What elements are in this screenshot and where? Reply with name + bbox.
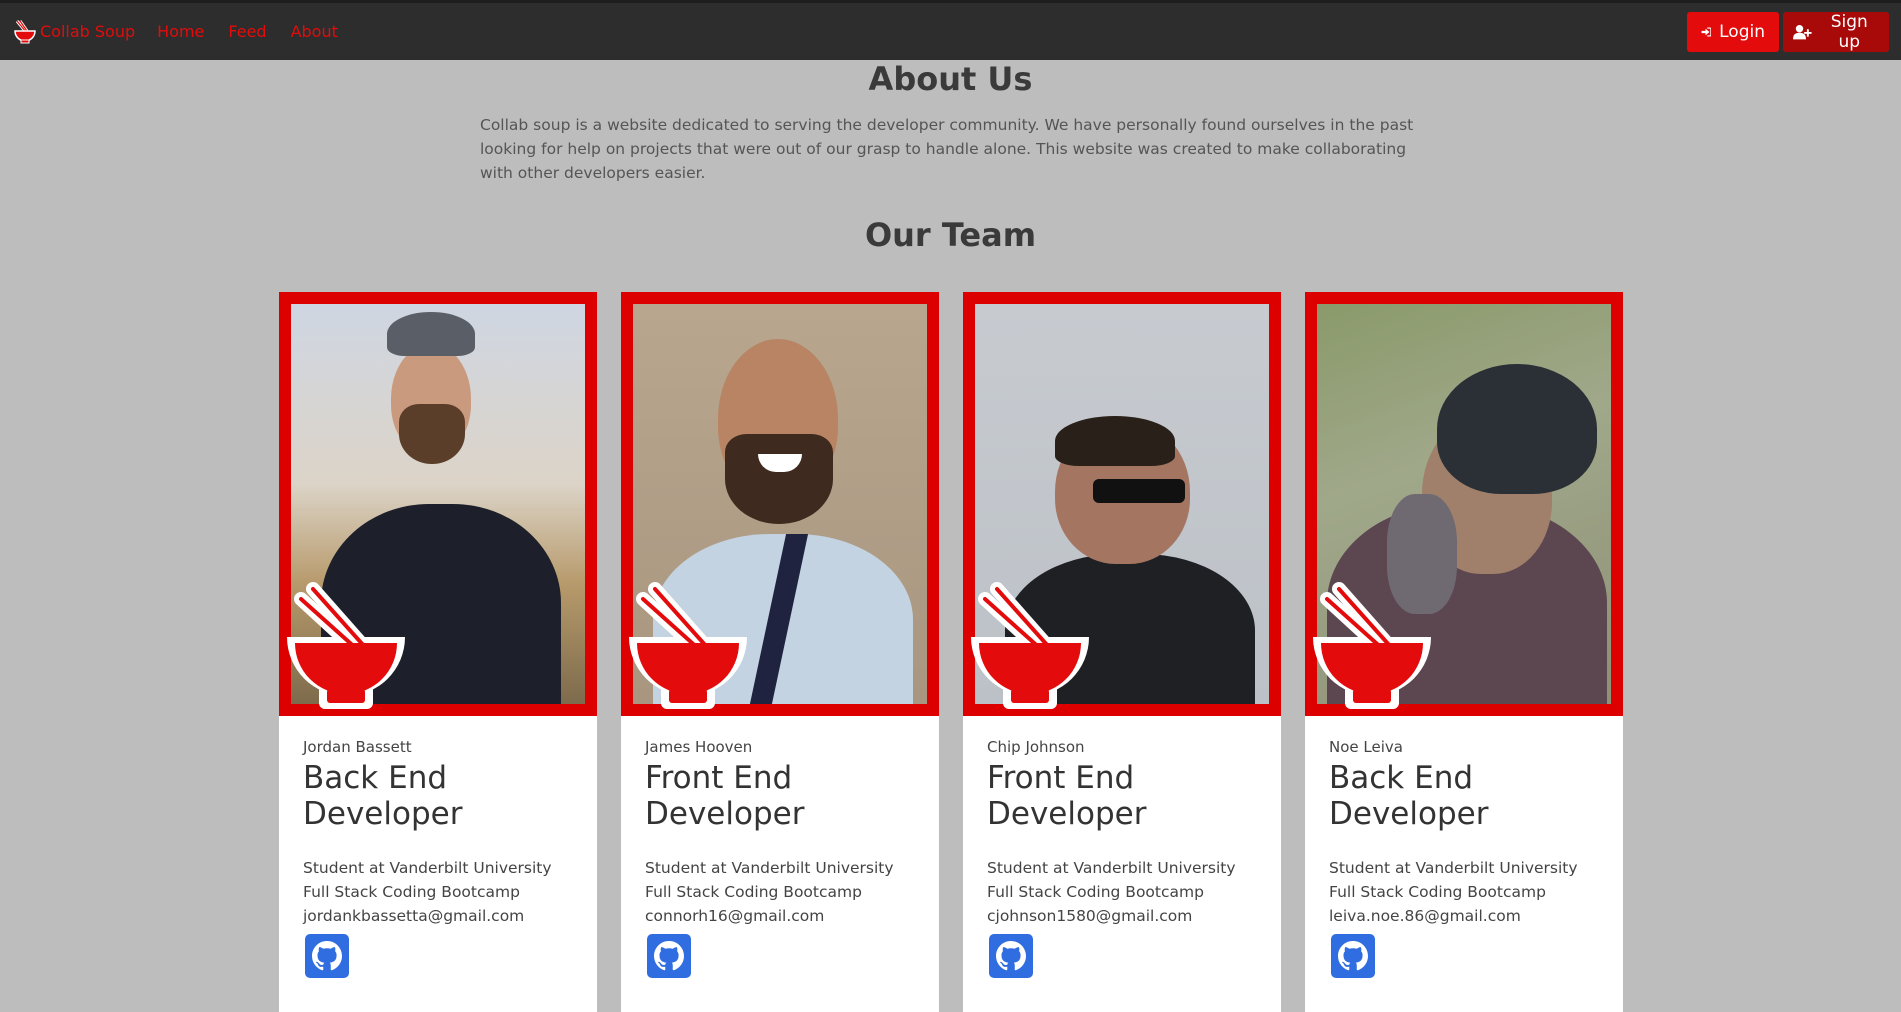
navbar: Collab Soup Home Feed About Login Sign u… xyxy=(0,0,1901,60)
github-icon xyxy=(1338,941,1368,971)
login-label: Login xyxy=(1719,22,1765,42)
signup-label: Sign up xyxy=(1830,12,1868,52)
member-description: Student at Vanderbilt University Full St… xyxy=(1329,859,1578,901)
team-card: Jordan Bassett Back End Developer Studen… xyxy=(279,292,597,1012)
soup-bowl-icon xyxy=(287,582,405,709)
add-user-icon xyxy=(1793,25,1812,40)
member-description: Student at Vanderbilt University Full St… xyxy=(987,859,1236,901)
team-card: James Hooven Front End Developer Student… xyxy=(621,292,939,1012)
github-button[interactable] xyxy=(305,934,349,978)
card-body: Noe Leiva Back End Developer Student at … xyxy=(1305,716,1623,978)
auth-buttons: Login Sign up xyxy=(1683,12,1889,52)
login-icon xyxy=(1701,27,1712,37)
member-name: Noe Leiva xyxy=(1329,738,1403,756)
nav-link-home[interactable]: Home xyxy=(157,22,204,41)
member-name: Jordan Bassett xyxy=(303,738,412,756)
member-description: Student at Vanderbilt University Full St… xyxy=(645,859,894,901)
member-name: James Hooven xyxy=(645,738,753,756)
member-name: Chip Johnson xyxy=(987,738,1085,756)
team-card: Chip Johnson Front End Developer Student… xyxy=(963,292,1281,1012)
nav-links: Home Feed About xyxy=(157,22,362,41)
github-button[interactable] xyxy=(989,934,1033,978)
github-button[interactable] xyxy=(647,934,691,978)
member-role: Back End Developer xyxy=(303,760,463,832)
team-cards: Jordan Bassett Back End Developer Studen… xyxy=(279,292,1623,1012)
about-text: Collab soup is a website dedicated to se… xyxy=(480,116,1414,182)
card-photo-frame xyxy=(279,292,597,716)
soup-bowl-icon xyxy=(1313,582,1431,709)
card-photo-frame xyxy=(963,292,1281,716)
nav-link-feed[interactable]: Feed xyxy=(228,22,266,41)
login-button[interactable]: Login xyxy=(1687,12,1779,52)
member-description: Student at Vanderbilt University Full St… xyxy=(303,859,552,901)
member-email[interactable]: leiva.noe.86@gmail.com xyxy=(1329,904,1599,928)
about-title: About Us xyxy=(868,60,1033,98)
card-photo-frame xyxy=(1305,292,1623,716)
member-role: Front End Developer xyxy=(645,760,805,832)
brand-label: Collab Soup xyxy=(40,22,136,41)
member-role: Front End Developer xyxy=(987,760,1147,832)
member-role: Back End Developer xyxy=(1329,760,1489,832)
card-body: Jordan Bassett Back End Developer Studen… xyxy=(279,716,597,978)
soup-bowl-icon xyxy=(14,19,36,43)
github-icon xyxy=(996,941,1026,971)
soup-bowl-icon xyxy=(971,582,1089,709)
github-button[interactable] xyxy=(1331,934,1375,978)
member-email[interactable]: jordankbassetta@gmail.com xyxy=(303,904,573,928)
card-photo-frame xyxy=(621,292,939,716)
member-email[interactable]: cjohnson1580@gmail.com xyxy=(987,904,1257,928)
soup-bowl-icon xyxy=(629,582,747,709)
github-icon xyxy=(312,941,342,971)
team-title: Our Team xyxy=(864,216,1037,254)
team-card: Noe Leiva Back End Developer Student at … xyxy=(1305,292,1623,1012)
card-body: Chip Johnson Front End Developer Student… xyxy=(963,716,1281,978)
member-email[interactable]: connorh16@gmail.com xyxy=(645,904,915,928)
brand-link[interactable]: Collab Soup xyxy=(14,19,135,45)
nav-link-about[interactable]: About xyxy=(291,22,338,41)
signup-button[interactable]: Sign up xyxy=(1783,12,1889,52)
github-icon xyxy=(654,941,684,971)
card-body: James Hooven Front End Developer Student… xyxy=(621,716,939,978)
